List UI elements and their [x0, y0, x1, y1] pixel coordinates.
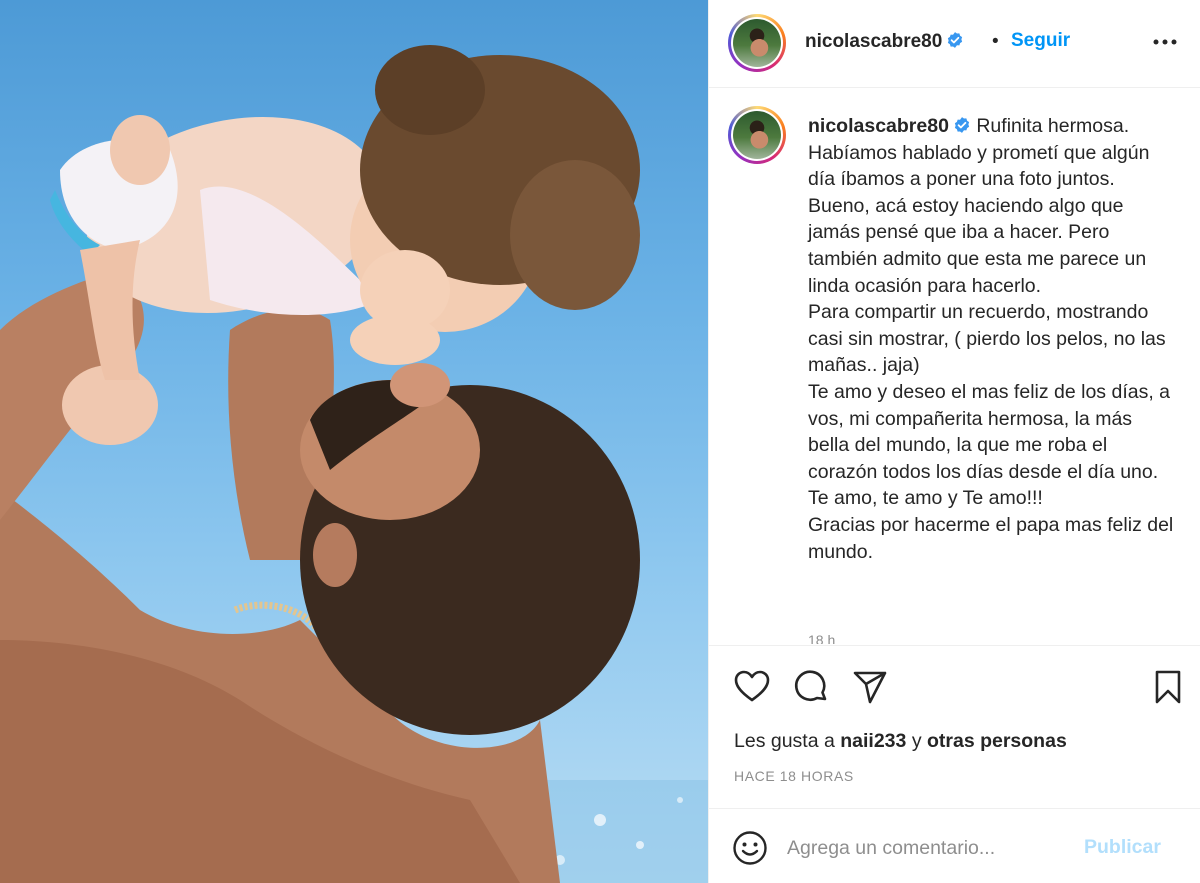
share-button[interactable] [851, 668, 889, 706]
comment-input[interactable] [787, 829, 1057, 867]
caption-timestamp[interactable]: 18 h [808, 632, 835, 644]
likes-user-link[interactable]: naii233 [840, 730, 906, 752]
caption-avatar[interactable] [728, 106, 786, 164]
caption: nicolascabre80 Rufinita hermosa. Habíamo… [808, 113, 1178, 565]
verified-badge-icon [948, 32, 963, 48]
follow-button[interactable]: Seguir [1011, 30, 1070, 52]
post-sidebar: nicolascabre80 • Seguir nicolascabre80 R… [708, 0, 1200, 883]
likes-others-link[interactable]: otras personas [927, 730, 1067, 752]
separator-dot: • [992, 31, 999, 52]
like-button[interactable] [733, 668, 771, 706]
publish-button[interactable]: Publicar [1084, 836, 1161, 859]
avatar-image [733, 111, 781, 159]
likes-summary: Les gusta a naii233 y otras personas [734, 730, 1067, 753]
verified-badge-icon [954, 117, 970, 133]
action-bar [709, 645, 1200, 725]
username-link[interactable]: nicolascabre80 [805, 31, 942, 52]
caption-text: Rufinita hermosa. Habíamos hablado y pro… [808, 115, 1174, 563]
avatar-image [733, 19, 781, 67]
comment-button[interactable] [792, 668, 830, 706]
save-button[interactable] [1149, 668, 1187, 706]
post-header: nicolascabre80 • Seguir [709, 0, 1200, 88]
caption-section: nicolascabre80 Rufinita hermosa. Habíamo… [709, 89, 1200, 644]
emoji-icon[interactable] [732, 830, 768, 866]
photo-illustration [0, 45, 708, 883]
heart-icon [734, 670, 770, 702]
comment-bar: Publicar [709, 808, 1200, 883]
post-photo[interactable] [0, 0, 708, 883]
caption-username[interactable]: nicolascabre80 [808, 115, 949, 137]
header-username-row: nicolascabre80 [805, 31, 964, 53]
post-timestamp[interactable]: HACE 18 HORAS [734, 768, 854, 784]
bookmark-icon [1155, 670, 1181, 704]
likes-prefix: Les gusta a [734, 730, 835, 752]
paper-plane-icon [853, 671, 887, 704]
more-options-icon[interactable] [1151, 28, 1179, 56]
comment-icon [795, 670, 827, 702]
likes-connector: y [911, 730, 922, 752]
avatar[interactable] [728, 14, 786, 72]
